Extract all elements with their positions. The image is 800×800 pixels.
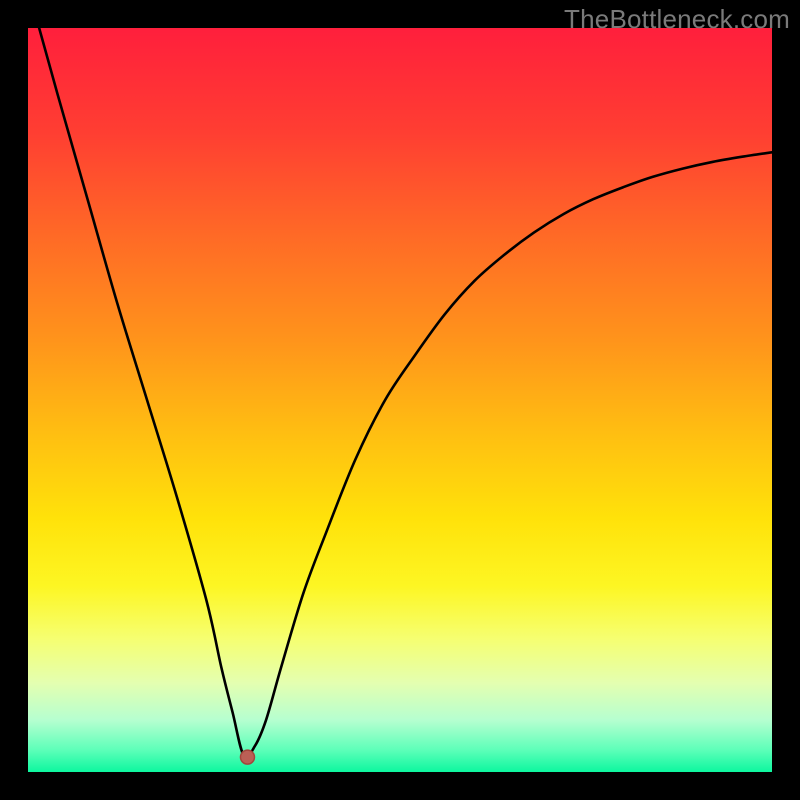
- optimal-point-dot: [240, 750, 254, 764]
- watermark-text: TheBottleneck.com: [564, 4, 790, 35]
- gradient-background: [28, 28, 772, 772]
- chart-svg: [28, 28, 772, 772]
- chart-frame: TheBottleneck.com: [0, 0, 800, 800]
- plot-area: [28, 28, 772, 772]
